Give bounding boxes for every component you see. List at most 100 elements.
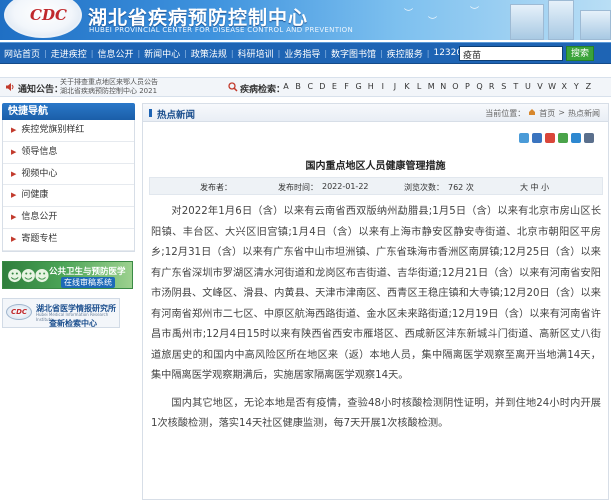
- share-wechat-icon[interactable]: [558, 133, 568, 143]
- letter-index-w[interactable]: W: [546, 82, 558, 91]
- share-tencent-icon[interactable]: [571, 133, 581, 143]
- letter-index-x[interactable]: X: [558, 82, 570, 91]
- breadcrumb-current[interactable]: 热点新闻: [568, 108, 600, 119]
- time-label: 发布时间：: [278, 183, 318, 192]
- breadcrumb: 当前位置： 首页 > 热点新闻: [485, 108, 600, 119]
- letter-index-o[interactable]: O: [449, 82, 461, 91]
- banner-subtitle: 查新检索中心: [49, 319, 97, 328]
- bird-icon: ︶: [470, 7, 480, 17]
- letter-index-e[interactable]: E: [328, 82, 340, 91]
- publisher-label: 发布者：: [200, 183, 232, 192]
- nav-item-home[interactable]: 网站首页: [0, 47, 44, 60]
- nav-item-guidance[interactable]: 业务指导: [280, 47, 324, 60]
- notice-item[interactable]: 关于排查重点地区来鄂人员公告: [60, 78, 170, 87]
- section-marker: [149, 109, 152, 117]
- notice-bar: 通知公告： 关于排查重点地区来鄂人员公告 湖北省疾病预防控制中心 2021 疾病…: [0, 77, 611, 97]
- nav-item-about[interactable]: 走进疾控: [47, 47, 91, 60]
- nav-item-news[interactable]: 新闻中心: [140, 47, 184, 60]
- bird-icon: ︶: [428, 17, 438, 27]
- font-size-toggle[interactable]: 大 中 小: [520, 182, 549, 193]
- disease-search-label: 疾病检索：: [240, 85, 286, 95]
- letter-index-q[interactable]: Q: [474, 82, 486, 91]
- arrow-icon: ▶: [11, 191, 17, 200]
- bird-icon: ︶: [404, 9, 414, 19]
- arrow-icon: ▶: [11, 126, 17, 134]
- share-renren-icon[interactable]: [584, 133, 594, 143]
- library-search-banner[interactable]: CDC 湖北省医学情报研究所 Hubei Medical Information…: [2, 298, 120, 328]
- arrow-icon: ▶: [11, 234, 17, 243]
- sidebar-item-label: 领导信息: [21, 146, 58, 157]
- speaker-icon: [6, 83, 14, 91]
- letter-index-v[interactable]: V: [534, 82, 546, 91]
- letter-index-m[interactable]: M: [425, 82, 437, 91]
- letter-index-u[interactable]: U: [522, 82, 534, 91]
- nav-item-disclosure[interactable]: 信息公开: [93, 47, 137, 60]
- building-image: [548, 0, 574, 40]
- letter-index-h[interactable]: H: [365, 82, 377, 91]
- main-nav: 网站首页 | 走进疾控 | 信息公开 | 新闻中心 | 政策法规 | 科研培训 …: [0, 42, 611, 64]
- letter-index-r[interactable]: R: [486, 82, 498, 91]
- letter-index-k[interactable]: K: [401, 82, 413, 91]
- article-title: 国内重点地区人员健康管理措施: [305, 161, 446, 172]
- section-title: 热点新闻: [157, 110, 196, 121]
- people-icon: ☻☻☻: [7, 267, 50, 285]
- letter-index-y[interactable]: Y: [570, 82, 582, 91]
- sidebar-item-label: 寄题专栏: [21, 233, 58, 244]
- letter-index-g[interactable]: G: [353, 82, 365, 91]
- disease-search-icon: [228, 82, 238, 92]
- letter-index-c[interactable]: C: [304, 82, 316, 91]
- site-header: CDC 湖北省疾病预防控制中心 HUBEI PROVINCIAL CENTER …: [0, 0, 611, 40]
- letter-index-p[interactable]: P: [461, 82, 473, 91]
- share-toolbar: [519, 133, 594, 143]
- sidebar-item-leaders[interactable]: ▶ 领导信息: [3, 142, 134, 164]
- sidebar-item-column[interactable]: ▶ 寄题专栏: [3, 229, 134, 251]
- breadcrumb-label: 当前位置：: [485, 109, 526, 118]
- letter-index: ABCDEFGHIJKLMNOPQRSTUVWXYZ: [280, 82, 594, 91]
- banner-title: 公共卫生与预防医学: [49, 267, 126, 277]
- cdc-logo[interactable]: CDC: [4, 0, 82, 38]
- letter-index-n[interactable]: N: [437, 82, 449, 91]
- letter-index-l[interactable]: L: [413, 82, 425, 91]
- letter-index-f[interactable]: F: [340, 82, 352, 91]
- sidebar-list: ▶ 疾控党旗别样红 ▶ 领导信息 ▶ 视频中心 ▶ 问健康 ▶ 信息公开 ▶ 寄题专栏: [2, 120, 135, 252]
- letter-index-i[interactable]: I: [377, 82, 389, 91]
- search-input[interactable]: 疫苗: [459, 46, 563, 61]
- site-subtitle: HUBEI PROVINCIAL CENTER FOR DISEASE CONT…: [89, 26, 353, 34]
- sidebar-item-label: 视频中心: [21, 168, 58, 179]
- sidebar-item-video[interactable]: ▶ 视频中心: [3, 164, 134, 186]
- letter-index-z[interactable]: Z: [582, 82, 594, 91]
- notice-scroll[interactable]: 关于排查重点地区来鄂人员公告 湖北省疾病预防控制中心 2021: [60, 78, 170, 97]
- nav-item-research[interactable]: 科研培训: [234, 47, 278, 60]
- nav-item-services[interactable]: 疾控服务: [383, 47, 427, 60]
- letter-index-s[interactable]: S: [498, 82, 510, 91]
- nav-item-policy[interactable]: 政策法规: [187, 47, 231, 60]
- letter-index-b[interactable]: B: [292, 82, 304, 91]
- share-qzone-icon[interactable]: [532, 133, 542, 143]
- share-weibo-icon[interactable]: [545, 133, 555, 143]
- banner-subtitle: 在线审稿系统: [61, 277, 115, 288]
- logo-text: CDC: [30, 6, 67, 24]
- notice-label: 通知公告：: [18, 85, 64, 95]
- notice-item[interactable]: 湖北省疾病预防控制中心 2021: [60, 87, 170, 96]
- nav-item-library[interactable]: 数字图书馆: [327, 47, 380, 60]
- letter-index-d[interactable]: D: [316, 82, 328, 91]
- main-panel: 热点新闻 当前位置： 首页 > 热点新闻 国内重点地区人员健康管理措施 发布者：…: [142, 103, 609, 500]
- letter-index-j[interactable]: J: [389, 82, 401, 91]
- building-image: [580, 10, 611, 40]
- share-plus-icon[interactable]: [519, 133, 529, 143]
- letter-index-a[interactable]: A: [280, 82, 292, 91]
- search-button[interactable]: 搜索: [566, 46, 594, 61]
- institute-logo: CDC: [6, 304, 32, 320]
- sidebar-item-ask-health[interactable]: ▶ 问健康: [3, 185, 134, 208]
- sidebar-item-party[interactable]: ▶ 疾控党旗别样红: [3, 120, 134, 142]
- article-meta: 发布者： 发布时间： 2022-01-22 浏览次数： 762 次 大 中 小: [149, 177, 603, 195]
- article-paragraph: 对2022年1月6日（含）以来有云南省西双版纳州勐腊县;1月5日（含）以来有北京…: [151, 206, 601, 381]
- sidebar-item-label: 疾控党旗别样红: [21, 125, 85, 135]
- sidebar-item-disclosure[interactable]: ▶ 信息公开: [3, 207, 134, 229]
- time-value: 2022-01-22: [322, 182, 369, 191]
- review-system-banner[interactable]: ☻☻☻ 公共卫生与预防医学 在线审稿系统: [2, 261, 133, 289]
- sidebar-item-label: 问健康: [21, 190, 49, 201]
- letter-index-t[interactable]: T: [510, 82, 522, 91]
- breadcrumb-home[interactable]: 首页: [539, 108, 555, 119]
- arrow-icon: ▶: [11, 147, 17, 156]
